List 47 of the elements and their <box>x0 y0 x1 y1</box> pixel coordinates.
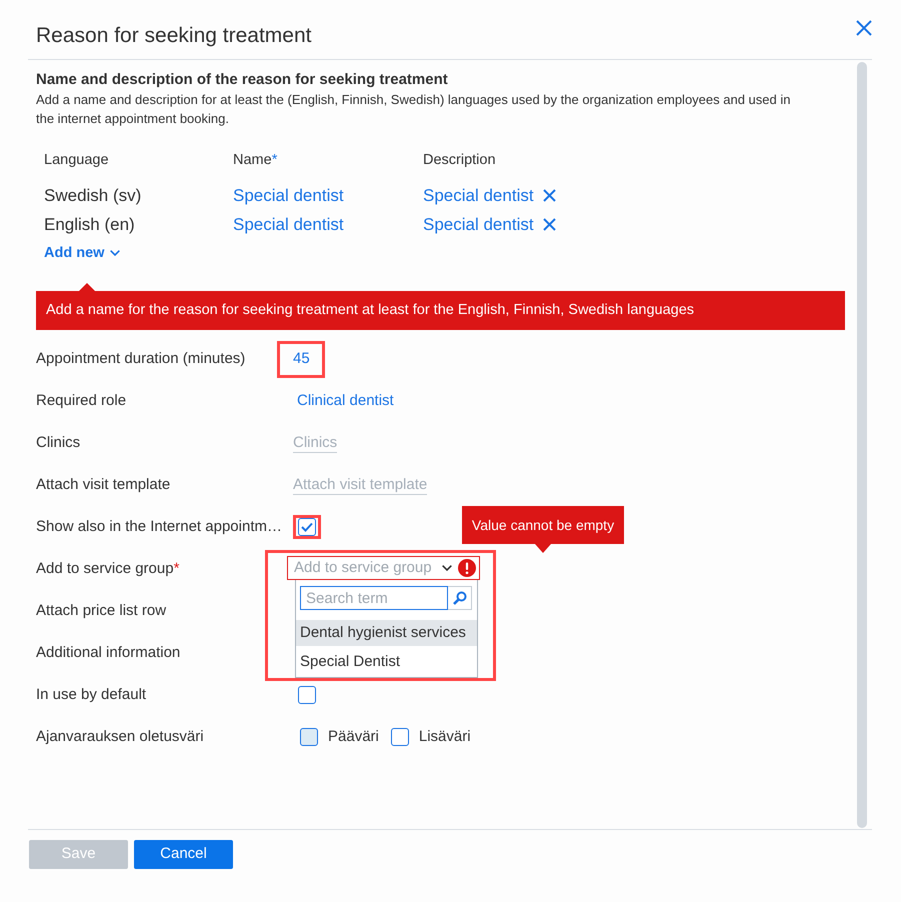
section-heading: Name and description of the reason for seeking treatment <box>36 70 449 90</box>
field-label: Show also in the Internet appointm… <box>36 516 283 537</box>
chevron-icon <box>442 565 452 571</box>
field-label: Appointment duration (minutes) <box>36 348 246 369</box>
name-link[interactable]: Special dentist <box>233 215 344 234</box>
dropdown-option[interactable]: Dental hygienist services <box>296 620 477 646</box>
checkbox[interactable] <box>298 686 316 704</box>
option-label: Lisäväri <box>418 726 471 747</box>
field-label: In use by default <box>36 684 148 705</box>
field-label: Add to service group* <box>36 558 180 579</box>
dropdown-option[interactable]: Special Dentist <box>296 649 477 675</box>
search-field[interactable]: Search term <box>300 586 448 610</box>
remove-icon[interactable] <box>542 189 556 202</box>
close-icon[interactable] <box>856 20 872 36</box>
column-header: Name* <box>233 151 278 170</box>
section-description: Add a name and description for at least the (English, Finnish, Swedish) languages used by the organization employees and used in the internet appointment booking. <box>36 91 792 128</box>
error-banner: Add a name for the reason for seeking treatment at least for the English, Finnish, Swedish languages <box>36 283 845 330</box>
value-link[interactable]: Clinical dentist <box>297 390 394 412</box>
field-label: Required role <box>36 390 128 411</box>
cancel-button[interactable]: Cancel <box>134 840 233 869</box>
option-label: Pääväri <box>328 726 379 747</box>
swatch-checkbox[interactable] <box>300 728 318 746</box>
checkbox[interactable] <box>298 518 316 536</box>
search-icon <box>452 591 466 605</box>
description-link[interactable]: Special dentist <box>423 210 534 239</box>
field-label: Attach price list row <box>36 600 168 621</box>
field-label: Attach visit template <box>36 474 172 495</box>
language-cell-text: Swedish (sv) <box>44 185 142 207</box>
error-icon <box>458 559 476 577</box>
remove-icon[interactable] <box>542 218 556 231</box>
select-field[interactable]: Add to service group <box>287 556 480 580</box>
column-header: Description <box>423 151 497 170</box>
column-header: Language <box>44 151 110 170</box>
search-button[interactable] <box>448 586 472 610</box>
field-label: Additional information <box>36 642 182 663</box>
description-link[interactable]: Special dentist <box>423 181 534 210</box>
language-cell-text: English (en) <box>44 214 136 236</box>
name-link[interactable]: Special dentist <box>233 186 344 205</box>
scrollbar[interactable] <box>857 62 867 828</box>
chevron-icon <box>110 250 120 256</box>
swatch-checkbox[interactable] <box>390 728 409 746</box>
field-label: Ajanvarauksen oletusväri <box>36 726 205 747</box>
dialog-title: Reason for seeking treatment <box>35 23 312 49</box>
field-label: Clinics <box>36 432 82 453</box>
value-link[interactable]: 45 <box>293 348 310 370</box>
error-tooltip: Value cannot be empty <box>462 506 624 553</box>
add-new-button[interactable]: Add new <box>44 243 120 263</box>
